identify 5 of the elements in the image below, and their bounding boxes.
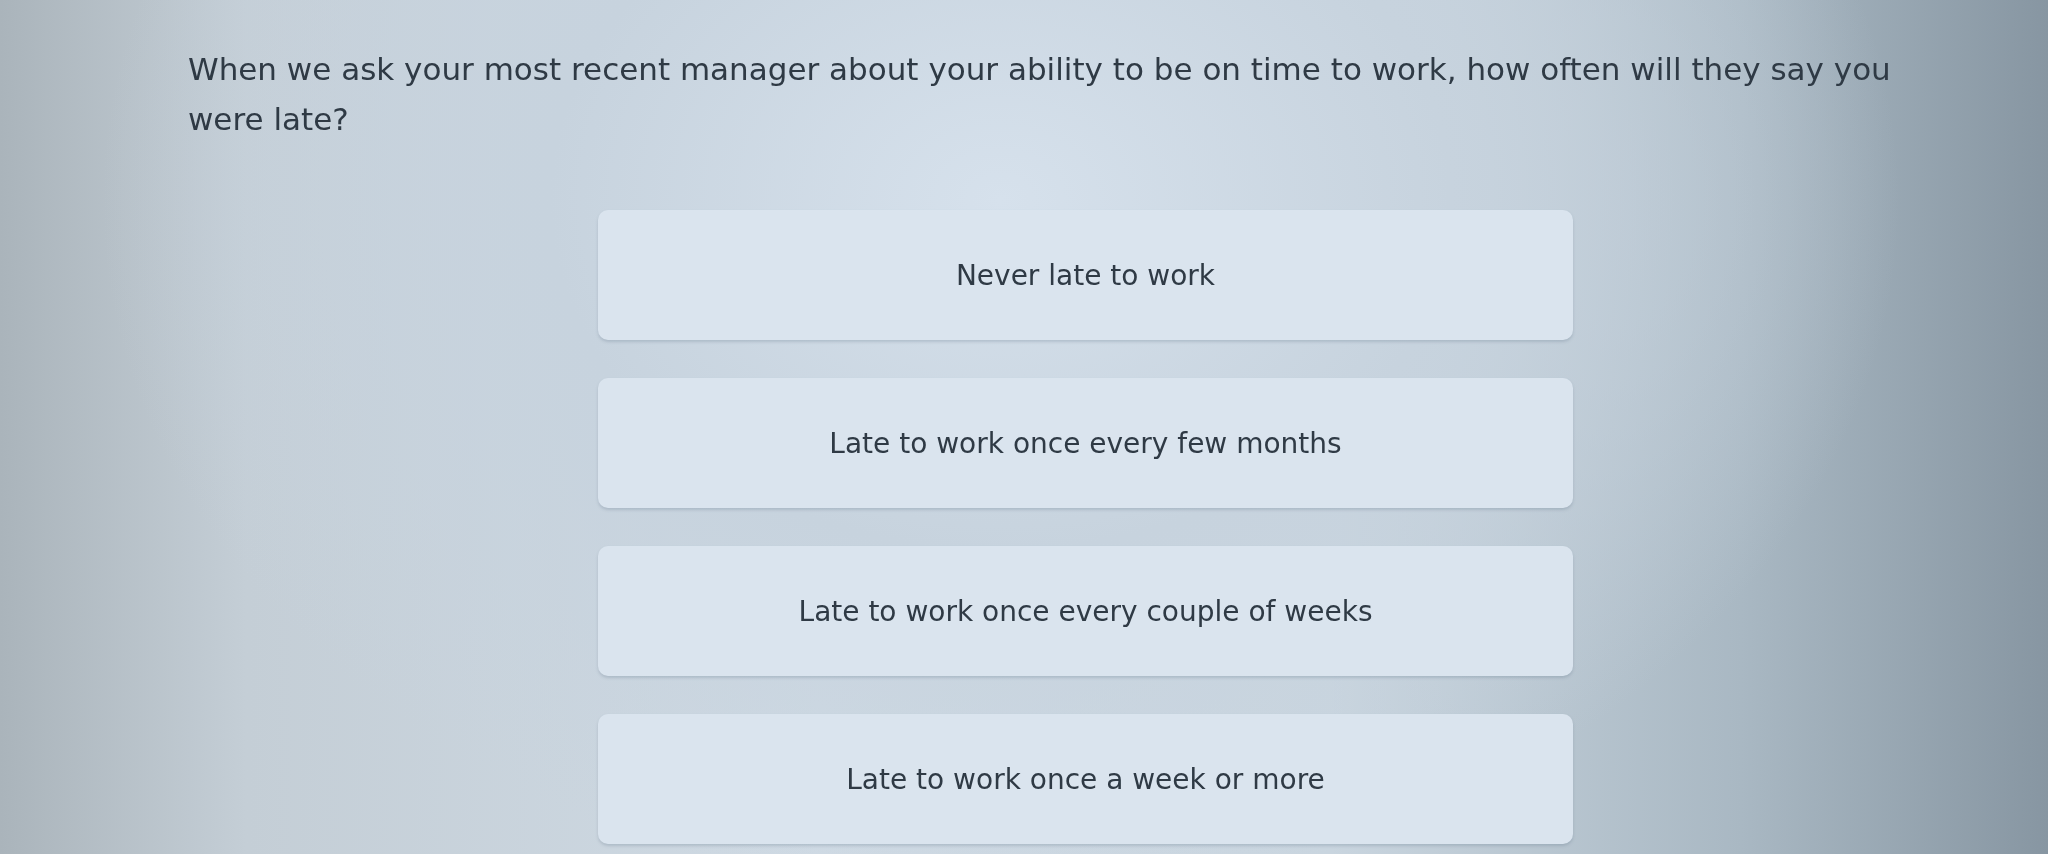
question-text: When we ask your most recent manager about your ability to be on time to work, how often will they say you were late? bbox=[188, 50, 1892, 139]
answer-option[interactable]: Late to work once every couple of weeks bbox=[598, 546, 1573, 676]
answer-option[interactable]: Never late to work bbox=[598, 210, 1573, 340]
answer-option[interactable]: Late to work once a week or more bbox=[598, 714, 1573, 844]
answer-option[interactable]: Late to work once every few months bbox=[598, 378, 1573, 508]
